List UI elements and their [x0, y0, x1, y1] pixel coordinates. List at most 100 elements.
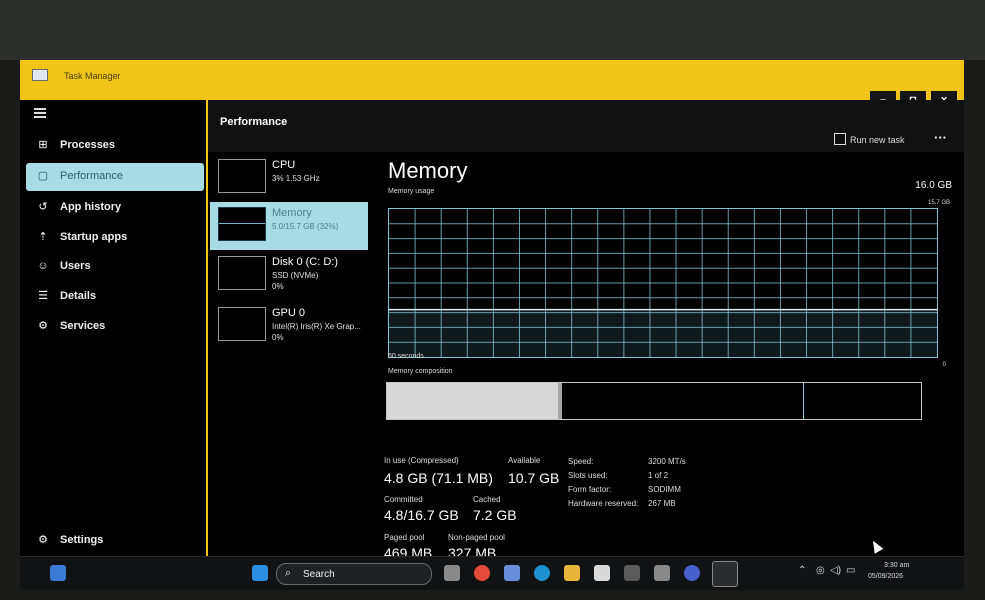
composition-standby-divider: [803, 383, 804, 419]
paged-pool-label: Paged pool: [384, 533, 425, 542]
memory-composition-label: Memory composition: [388, 368, 453, 375]
content-header: Performance Run new task ···: [208, 100, 964, 152]
media-player-icon[interactable]: [684, 565, 700, 581]
file-explorer-icon[interactable]: [564, 565, 580, 581]
memory-usage-area: [389, 309, 937, 357]
sidebar-item-startup-apps[interactable]: ⇡ Startup apps: [26, 224, 204, 252]
graph-time-right: 0: [942, 362, 946, 368]
device-item-cpu[interactable]: CPU 3% 1.53 GHz: [210, 154, 368, 202]
network-icon[interactable]: ◎: [816, 565, 825, 576]
start-button-icon[interactable]: [252, 565, 268, 581]
device-name: Memory: [272, 207, 312, 219]
outlook-icon[interactable]: [624, 565, 640, 581]
run-new-task-button[interactable]: Run new task: [834, 133, 905, 145]
sidebar-item-services[interactable]: ⚙ Services: [26, 313, 204, 341]
memory-total: 16.0 GB: [915, 180, 952, 191]
spec-slots-value: 1 of 2: [648, 471, 669, 480]
spec-speed-label: Speed:: [568, 457, 594, 466]
mouse-cursor-icon: [868, 538, 884, 554]
main-content: Performance Run new task ··· CPU 3% 1.53…: [208, 100, 964, 561]
page-title: Performance: [220, 116, 288, 128]
processes-icon: ⊞: [38, 139, 48, 151]
spec-form-factor-label: Form factor:: [568, 485, 612, 494]
clock-date[interactable]: 05/09/2026: [868, 573, 903, 580]
cached-value: 7.2 GB: [473, 507, 517, 523]
users-icon: ☺: [37, 260, 49, 272]
device-usage: 0%: [272, 282, 284, 291]
memory-usage-label: Memory usage: [388, 188, 435, 195]
details-icon: ☰: [38, 290, 48, 302]
store-icon[interactable]: [594, 565, 610, 581]
spec-hw-reserved-value: 267 MB: [648, 499, 676, 508]
screen: Task Manager – ◘ x ⊞ Processes ▢ Perform…: [20, 60, 964, 590]
device-name: Disk 0 (C: D:): [272, 256, 338, 268]
clock-time[interactable]: 3:30 am: [884, 562, 909, 569]
chevron-up-icon[interactable]: ⌃: [798, 565, 806, 576]
sidebar-item-label: Users: [60, 260, 91, 272]
performance-icon: ▢: [37, 170, 49, 182]
device-item-gpu[interactable]: GPU 0 Intel(R) Iris(R) Xe Grap... 0%: [210, 302, 368, 350]
in-use-value: 4.8 GB (71.1 MB): [384, 470, 493, 486]
available-label: Available: [508, 456, 541, 465]
task-manager-app-icon: [32, 69, 48, 81]
graph-time-left: 60 seconds: [388, 353, 424, 360]
startup-icon: ⇡: [38, 231, 48, 243]
memory-usage-max: 15.7 GB: [927, 200, 950, 206]
sidebar-item-details[interactable]: ☰ Details: [26, 283, 204, 311]
chrome-icon[interactable]: [474, 565, 490, 581]
search-icon: ⌕: [285, 567, 292, 579]
more-options-button[interactable]: ···: [934, 130, 947, 145]
disk-thumbnail-graph: [218, 256, 266, 290]
sidebar-item-processes[interactable]: ⊞ Processes: [26, 132, 204, 160]
taskbar: ⌕ Search ⌃ ◎ ◁) ▭ 3:30 am 05/09/2026: [20, 556, 964, 590]
sidebar: ⊞ Processes ▢ Performance ↺ App history …: [20, 100, 206, 556]
spec-form-factor-value: SODIMM: [648, 485, 681, 494]
taskbar-search[interactable]: ⌕ Search: [276, 563, 432, 585]
teams-icon[interactable]: [654, 565, 670, 581]
device-item-disk[interactable]: Disk 0 (C: D:) SSD (NVMe) 0%: [210, 251, 368, 299]
edge-icon[interactable]: [534, 565, 550, 581]
device-name: GPU 0: [272, 307, 306, 319]
sidebar-item-label: Services: [60, 320, 106, 332]
memory-usage-graph-svg: [389, 209, 937, 357]
composition-in-use: [387, 383, 558, 419]
gear-icon: ⚙: [38, 534, 48, 546]
search-label: Search: [303, 569, 335, 580]
memory-usage-graph: [388, 208, 938, 358]
sidebar-item-label: Performance: [60, 170, 123, 182]
device-item-memory[interactable]: Memory 5.0/15.7 GB (32%): [210, 202, 368, 250]
sidebar-item-label: App history: [60, 201, 122, 213]
sidebar-item-label: Startup apps: [60, 231, 128, 243]
app-history-icon: ↺: [38, 201, 48, 213]
spec-slots-label: Slots used:: [568, 471, 608, 480]
spec-hw-reserved-label: Hardware reserved:: [568, 499, 639, 508]
widgets-icon[interactable]: [50, 565, 66, 581]
sidebar-item-app-history[interactable]: ↺ App history: [26, 194, 204, 222]
task-view-icon[interactable]: [444, 565, 460, 581]
device-usage: 0%: [272, 333, 284, 342]
device-detail: SSD (NVMe): [272, 271, 319, 280]
non-paged-pool-label: Non-paged pool: [448, 533, 505, 542]
volume-icon[interactable]: ◁): [830, 565, 841, 576]
sidebar-item-label: Details: [60, 290, 97, 302]
task-manager-taskbar-icon[interactable]: [712, 561, 738, 587]
photos-icon[interactable]: [504, 565, 520, 581]
sidebar-item-performance[interactable]: ▢ Performance: [26, 163, 204, 191]
run-new-task-label: Run new task: [850, 135, 905, 145]
window-title: Task Manager: [64, 71, 121, 81]
sidebar-item-settings[interactable]: ⚙ Settings: [26, 527, 204, 555]
device-detail: 5.0/15.7 GB (32%): [272, 222, 339, 231]
spec-speed-value: 3200 MT/s: [648, 457, 686, 466]
sidebar-item-label: Processes: [60, 139, 116, 151]
hamburger-menu-icon[interactable]: [34, 108, 46, 118]
available-value: 10.7 GB: [508, 470, 560, 486]
device-list: CPU 3% 1.53 GHz Memory 5.0/15.7 GB (32%)…: [210, 152, 370, 556]
memory-thumbnail-graph: [218, 207, 266, 241]
battery-icon[interactable]: ▭: [846, 565, 855, 576]
services-icon: ⚙: [38, 320, 48, 332]
committed-value: 4.8/16.7 GB: [384, 507, 459, 523]
in-use-label: In use (Compressed): [384, 456, 459, 465]
sidebar-item-label: Settings: [60, 534, 104, 546]
sidebar-item-users[interactable]: ☺ Users: [26, 253, 204, 281]
memory-heading: Memory: [388, 158, 468, 183]
